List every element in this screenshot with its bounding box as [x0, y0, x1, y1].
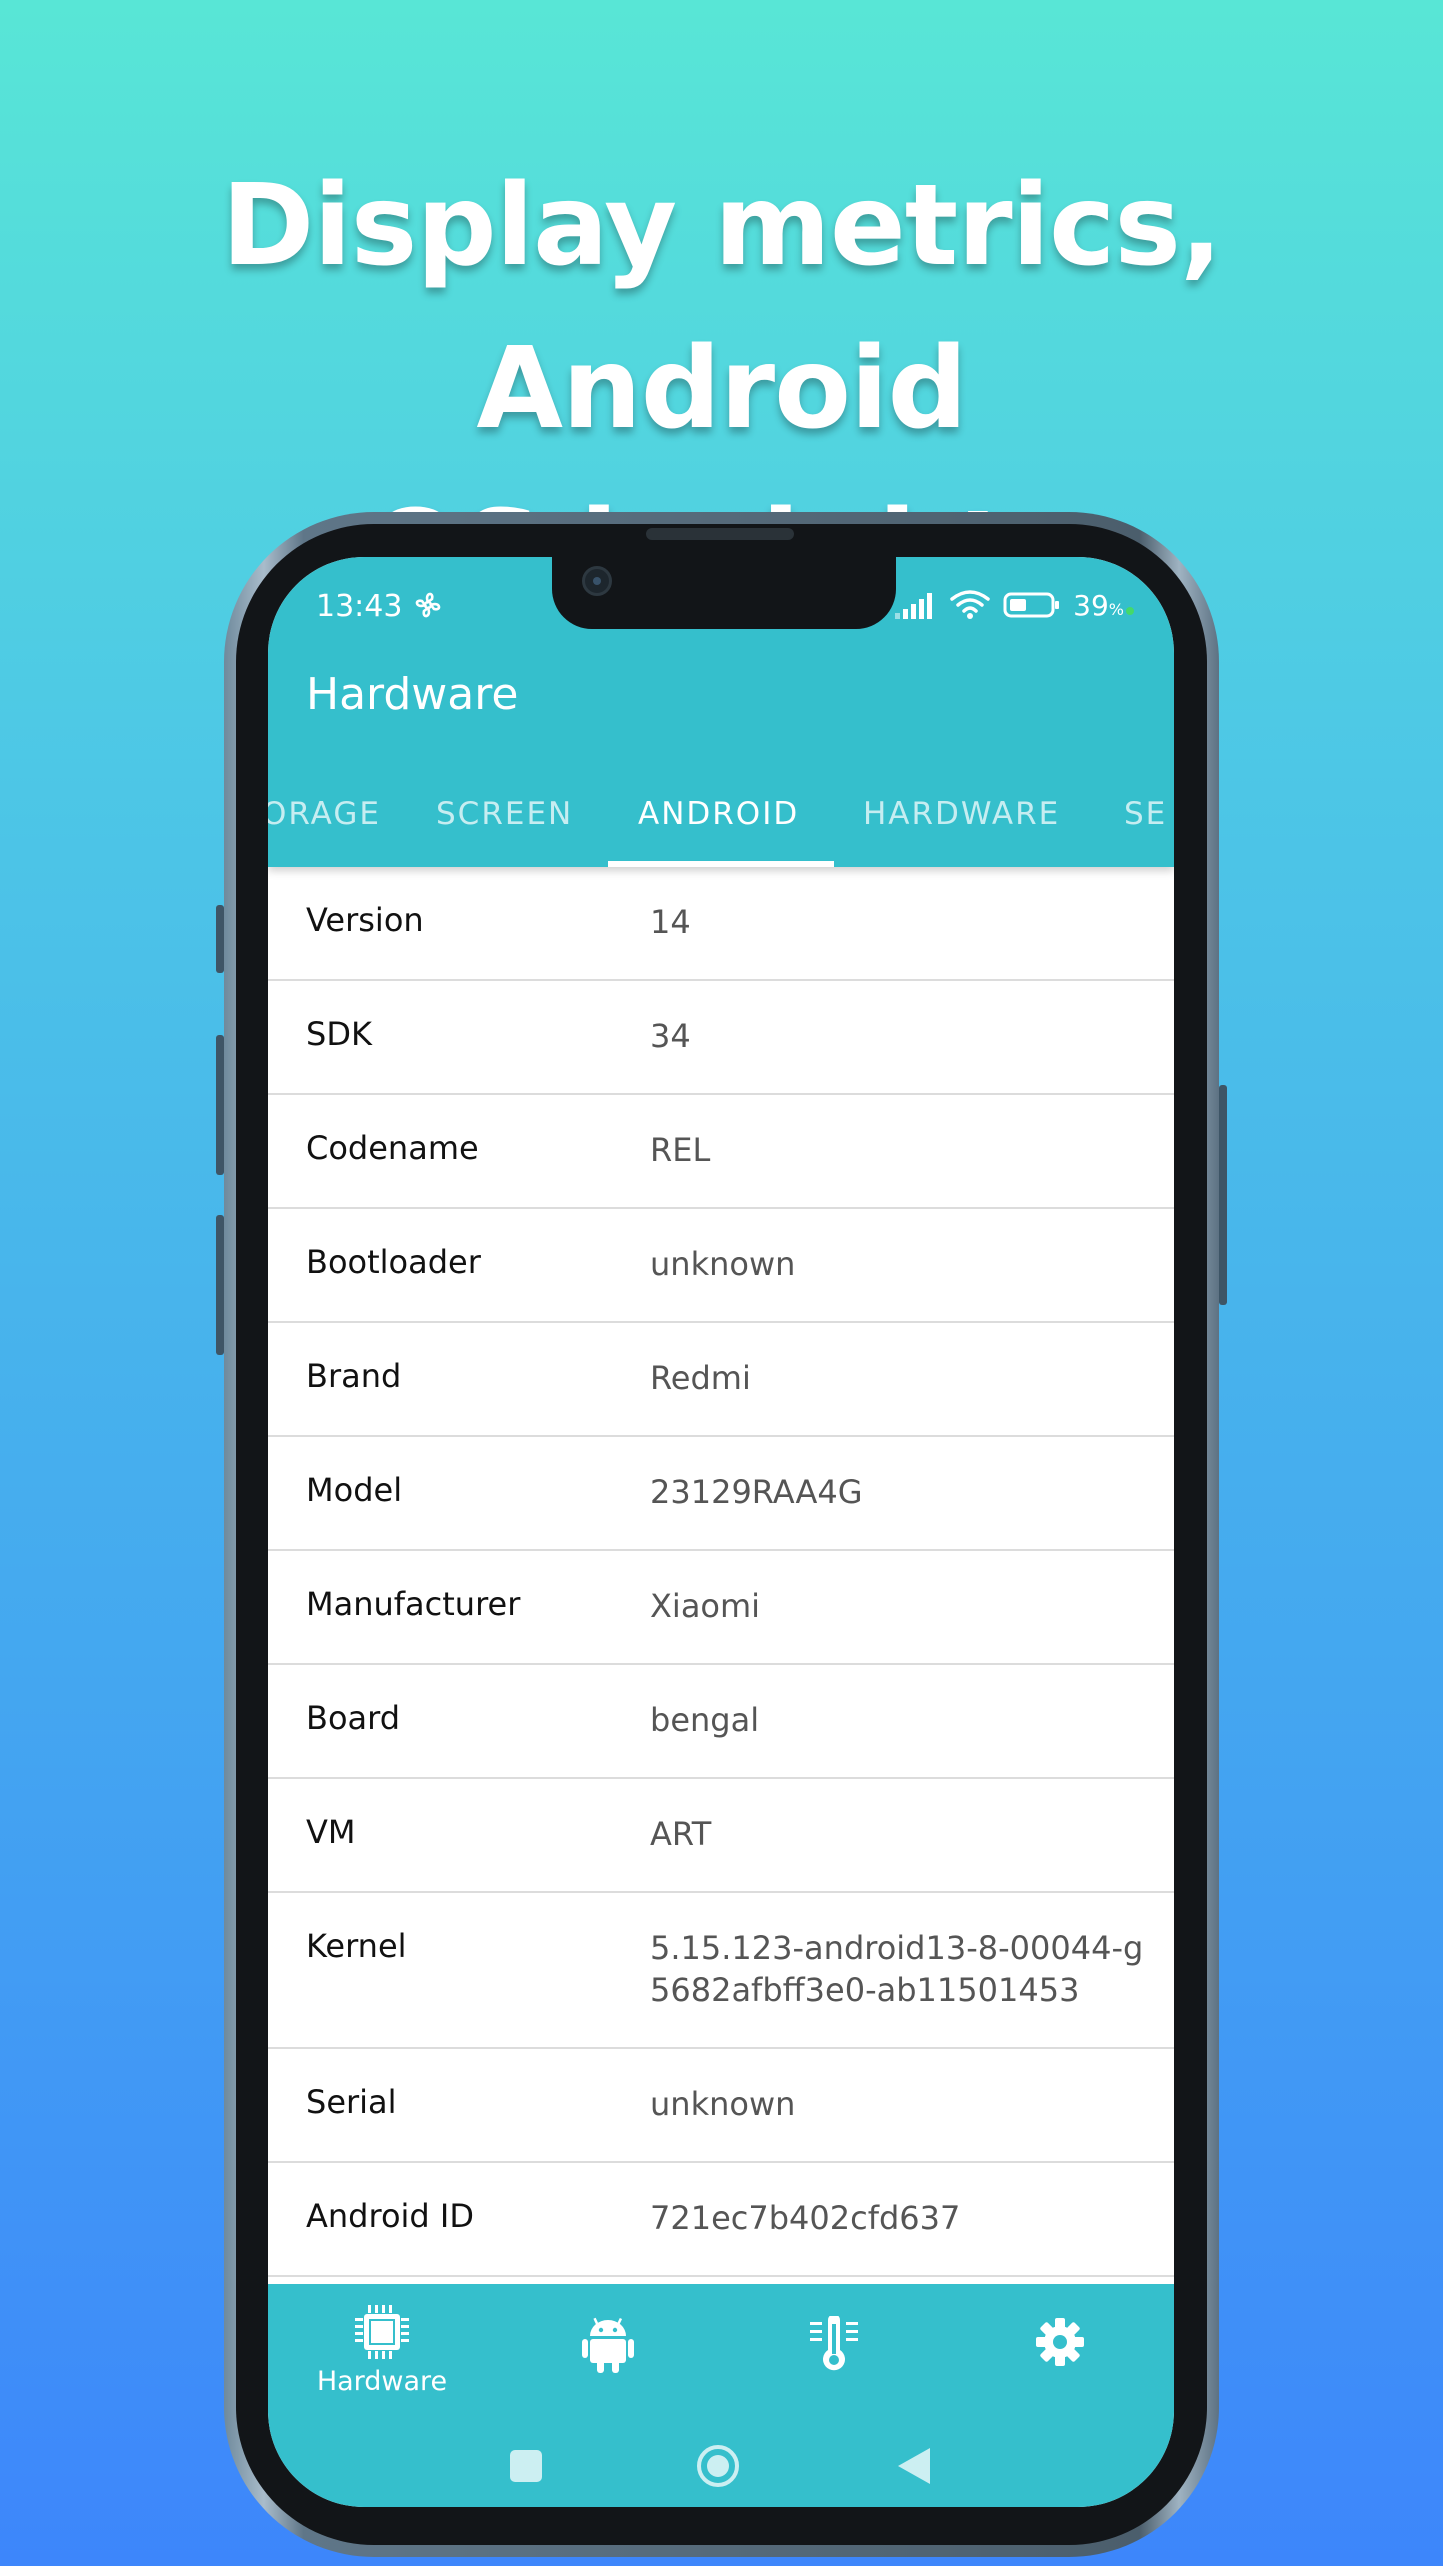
table-row-bootloader: Bootloader unknown: [268, 1209, 1174, 1323]
tab-screen[interactable]: SCREEN: [436, 777, 573, 867]
gear-icon: [1036, 2318, 1084, 2366]
nav-item-android[interactable]: [528, 2316, 688, 2426]
status-time: 13:43: [316, 589, 403, 624]
tab-sensors[interactable]: SE: [1124, 777, 1167, 867]
front-camera: [582, 566, 612, 596]
row-label: Brand: [306, 1357, 402, 1395]
recent-apps-icon[interactable]: [504, 2444, 548, 2488]
tab-hardware[interactable]: HARDWARE: [863, 777, 1060, 867]
table-row-version: Version 14: [268, 867, 1174, 981]
signal-icon: [895, 593, 933, 619]
table-row-codename: Codename REL: [268, 1095, 1174, 1209]
bottom-navigation: Hardware: [268, 2284, 1174, 2507]
row-value: Xiaomi: [650, 1587, 761, 1625]
row-label: Android ID: [306, 2197, 474, 2235]
phone-side-button: [216, 1035, 224, 1175]
row-value: 23129RAA4G: [650, 1473, 863, 1511]
wifi-icon: [950, 590, 990, 619]
nav-item-hardware[interactable]: Hardware: [302, 2302, 462, 2412]
row-value: unknown: [650, 2085, 796, 2123]
table-row-android-id: Android ID 721ec7b402cfd637: [268, 2163, 1174, 2277]
table-row-model: Model 23129RAA4G: [268, 1437, 1174, 1551]
row-label: VM: [306, 1813, 356, 1851]
row-label: Kernel: [306, 1927, 407, 1965]
nav-item-settings[interactable]: [980, 2316, 1140, 2426]
cpu-chip-icon: [355, 2305, 409, 2359]
row-label: Manufacturer: [306, 1585, 521, 1623]
row-label: SDK: [306, 1015, 372, 1053]
phone-speaker: [646, 528, 794, 540]
app-title: Hardware: [306, 669, 519, 720]
phone-side-button: [216, 1215, 224, 1355]
android-robot-icon: [582, 2317, 634, 2373]
row-label: Board: [306, 1699, 401, 1737]
home-icon[interactable]: [696, 2444, 740, 2488]
phone-side-button: [1219, 1085, 1227, 1305]
fan-icon: [415, 592, 441, 618]
nav-label-hardware: Hardware: [316, 2366, 448, 2397]
row-label: Bootloader: [306, 1243, 481, 1281]
tab-storage[interactable]: ORAGE: [268, 777, 381, 867]
row-value: Redmi: [650, 1359, 751, 1397]
row-value: 34: [650, 1017, 691, 1055]
phone-side-button: [216, 905, 224, 973]
row-label: Serial: [306, 2083, 397, 2121]
row-label: Codename: [306, 1129, 479, 1167]
row-value: ART: [650, 1815, 712, 1853]
battery-icon: [1003, 592, 1060, 618]
back-icon[interactable]: [892, 2444, 936, 2488]
row-value: REL: [650, 1131, 711, 1169]
row-value: 14: [650, 903, 691, 941]
row-value: 5.15.123-android13-8-00044-g5682afbff3e0…: [650, 1929, 1144, 2009]
nav-item-temperature[interactable]: [754, 2316, 914, 2426]
table-row-manufacturer: Manufacturer Xiaomi: [268, 1551, 1174, 1665]
battery-percentage: 39%: [1073, 589, 1134, 622]
row-label: Model: [306, 1471, 403, 1509]
table-row-board: Board bengal: [268, 1665, 1174, 1779]
table-row-sdk: SDK 34: [268, 981, 1174, 1095]
row-value: 721ec7b402cfd637: [650, 2199, 961, 2237]
headline-line-1: Display metrics, Android: [221, 161, 1222, 454]
row-label: Version: [306, 901, 424, 939]
android-info-table: Version 14 SDK 34 Codename REL Bootloade…: [268, 867, 1174, 2277]
table-row-brand: Brand Redmi: [268, 1323, 1174, 1437]
tab-android[interactable]: ANDROID: [638, 777, 799, 867]
table-row-vm: VM ART: [268, 1779, 1174, 1893]
row-value: bengal: [650, 1701, 760, 1739]
table-row-kernel: Kernel 5.15.123-android13-8-00044-g5682a…: [268, 1893, 1174, 2049]
table-row-serial: Serial unknown: [268, 2049, 1174, 2163]
status-indicators: 39%: [895, 585, 1134, 625]
thermometer-icon: [810, 2316, 858, 2371]
active-tab-indicator: [608, 861, 834, 867]
phone-screen: 13:43 39% Hardware ORAGE SCREEN ANDROID …: [268, 557, 1174, 2507]
row-value: unknown: [650, 1245, 796, 1283]
tab-bar: ORAGE SCREEN ANDROID HARDWARE SE: [268, 777, 1174, 867]
